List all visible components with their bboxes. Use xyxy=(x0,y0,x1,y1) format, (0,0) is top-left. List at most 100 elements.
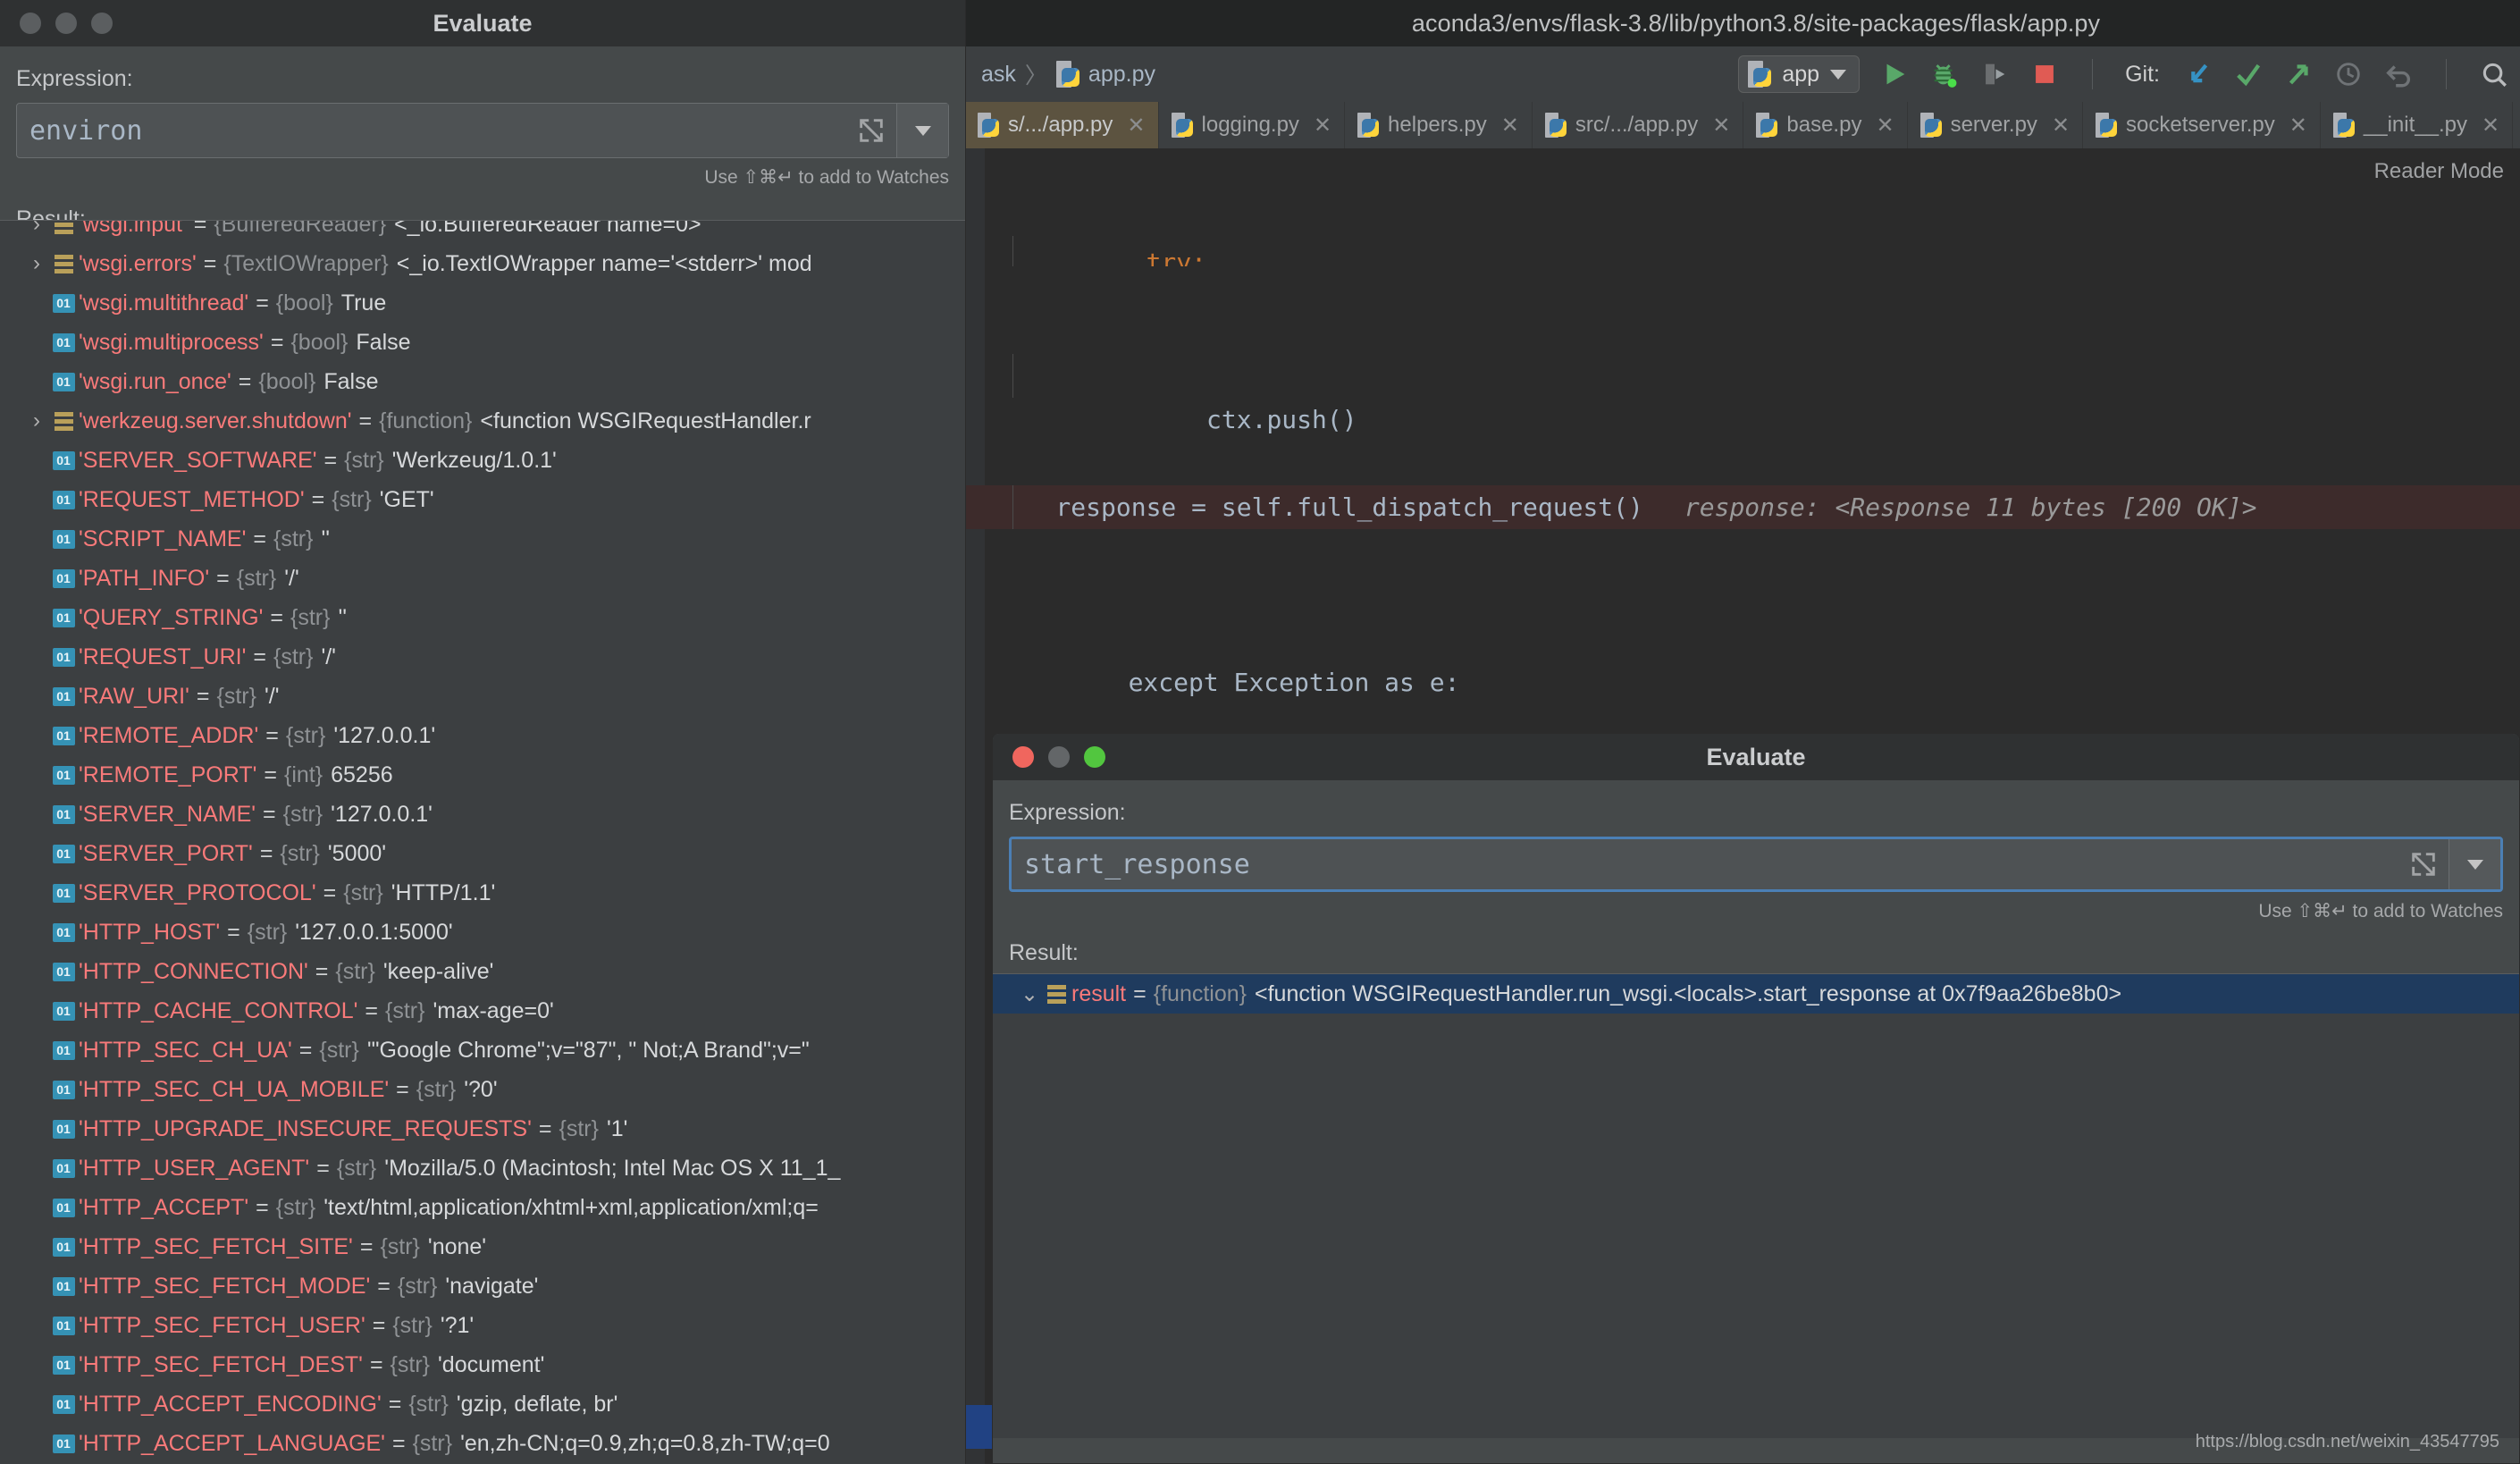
variable-row[interactable]: ›01'HTTP_SEC_FETCH_USER'={str}'?1' xyxy=(0,1306,965,1345)
variable-row[interactable]: ›01'wsgi.run_once'={bool}False xyxy=(0,362,965,401)
variable-row[interactable]: ›01'PATH_INFO'={str}'/' xyxy=(0,559,965,598)
editor-tab[interactable]: base.py ✕ xyxy=(1743,102,1907,148)
close-icon[interactable]: ✕ xyxy=(2289,113,2307,139)
variable-row[interactable]: ›01'SERVER_PORT'={str}'5000' xyxy=(0,834,965,873)
close-icon[interactable]: ✕ xyxy=(1314,113,1331,139)
editor-tab[interactable]: src/.../app.py ✕ xyxy=(1533,102,1744,148)
expression-history-dropdown[interactable] xyxy=(896,104,948,157)
close-window-button[interactable] xyxy=(20,13,41,34)
variable-row[interactable]: ›01'HTTP_CACHE_CONTROL'={str}'max-age=0' xyxy=(0,991,965,1031)
variable-row[interactable]: ›'wsgi.input'={BufferedReader}<_io.Buffe… xyxy=(0,220,965,244)
variable-row[interactable]: ›01'wsgi.multiprocess'={bool}False xyxy=(0,323,965,362)
expression-input[interactable] xyxy=(17,104,846,157)
editor-tab[interactable]: g xyxy=(2513,102,2520,148)
breadcrumb[interactable]: ask 〉 app.py xyxy=(965,58,1155,90)
variable-row[interactable]: ›01'SERVER_NAME'={str}'127.0.0.1' xyxy=(0,795,965,834)
expand-icon[interactable] xyxy=(846,104,896,157)
expression-history-dropdown[interactable] xyxy=(2449,839,2500,889)
variable-row[interactable]: ›01'HTTP_SEC_FETCH_MODE'={str}'navigate' xyxy=(0,1266,965,1306)
variable-row[interactable]: ›01'HTTP_SEC_FETCH_DEST'={str}'document' xyxy=(0,1345,965,1384)
close-icon[interactable]: ✕ xyxy=(2482,113,2499,139)
close-icon[interactable]: ✕ xyxy=(1501,113,1519,139)
variable-row[interactable]: ›01'RAW_URI'={str}'/' xyxy=(0,677,965,716)
variable-row[interactable]: ›01'HTTP_ACCEPT_LANGUAGE'={str}'en,zh-CN… xyxy=(0,1424,965,1463)
variable-row[interactable]: ›01'HTTP_HOST'={str}'127.0.0.1:5000' xyxy=(0,913,965,952)
variable-name: 'REQUEST_METHOD' xyxy=(79,487,305,513)
expand-arrow-icon[interactable]: › xyxy=(25,251,48,276)
close-icon[interactable]: ✕ xyxy=(2052,113,2070,139)
variable-value: <_io.TextIOWrapper name='<stderr>' mod xyxy=(389,251,812,277)
variable-name: 'SERVER_SOFTWARE' xyxy=(79,448,317,474)
editor-tab[interactable]: logging.py ✕ xyxy=(1159,102,1346,148)
variable-row[interactable]: ›01'SCRIPT_NAME'={str}'' xyxy=(0,519,965,559)
variable-row[interactable]: ›01'HTTP_SEC_FETCH_SITE'={str}'none' xyxy=(0,1227,965,1266)
variable-row[interactable]: ›01'HTTP_CONNECTION'={str}'keep-alive' xyxy=(0,952,965,991)
expand-arrow-icon[interactable]: › xyxy=(25,408,48,433)
variable-row[interactable]: ›01'HTTP_ACCEPT'={str}'text/html,applica… xyxy=(0,1188,965,1227)
variable-row[interactable]: ›01'REMOTE_ADDR'={str}'127.0.0.1' xyxy=(0,716,965,755)
minimize-window-button[interactable] xyxy=(55,13,77,34)
variable-row[interactable]: ›01'HTTP_SEC_CH_UA'={str}'"Google Chrome… xyxy=(0,1031,965,1070)
close-window-button[interactable] xyxy=(1012,746,1034,768)
arrow-placeholder: › xyxy=(25,566,48,591)
window-controls[interactable] xyxy=(993,746,1105,768)
stop-icon[interactable] xyxy=(2029,59,2060,89)
search-icon[interactable] xyxy=(2479,59,2509,89)
editor-tab-strip[interactable]: s/.../app.py ✕ logging.py ✕ helpers.py ✕… xyxy=(965,102,2520,148)
result-tree-right[interactable]: ⌄result={function}<function WSGIRequestH… xyxy=(993,973,2519,1438)
primitive-value-icon: 01 xyxy=(48,923,79,942)
variable-row[interactable]: ›01'REMOTE_PORT'={int}65256 xyxy=(0,755,965,795)
git-commit-check-icon[interactable] xyxy=(2233,59,2264,89)
variable-row[interactable]: ›01'SERVER_PROTOCOL'={str}'HTTP/1.1' xyxy=(0,873,965,913)
editor-tab[interactable]: server.py ✕ xyxy=(1908,102,2083,148)
variable-row[interactable]: ›01'SERVER_SOFTWARE'={str}'Werkzeug/1.0.… xyxy=(0,441,965,480)
expand-arrow-icon[interactable]: › xyxy=(25,220,48,237)
variable-value: '"Google Chrome";v="87", " Not;A Brand";… xyxy=(359,1038,810,1064)
close-icon[interactable]: ✕ xyxy=(1127,113,1145,139)
rollback-icon[interactable] xyxy=(2383,59,2414,89)
variable-row[interactable]: ›01'HTTP_USER_AGENT'={str}'Mozilla/5.0 (… xyxy=(0,1148,965,1188)
editor-tab[interactable]: helpers.py ✕ xyxy=(1345,102,1533,148)
variable-row[interactable]: ›01'wsgi.multithread'={bool}True xyxy=(0,283,965,323)
run-configuration-selector[interactable]: app xyxy=(1738,55,1860,93)
expand-arrow-icon[interactable]: ⌄ xyxy=(1018,981,1041,1007)
python-file-icon xyxy=(1172,113,1193,138)
variable-value: 'gzip, deflate, br' xyxy=(449,1392,617,1418)
toolbar-divider-2 xyxy=(2446,59,2447,89)
primitive-value-icon: 01 xyxy=(48,1395,79,1414)
close-icon[interactable]: ✕ xyxy=(1876,113,1894,139)
breadcrumb-parent[interactable]: ask xyxy=(981,62,1016,88)
git-update-icon[interactable] xyxy=(2183,59,2213,89)
git-push-icon[interactable] xyxy=(2283,59,2314,89)
window-controls[interactable] xyxy=(0,13,113,34)
breadcrumb-file[interactable]: app.py xyxy=(1088,62,1155,88)
variable-name: 'werkzeug.server.shutdown' xyxy=(79,408,352,434)
variable-row[interactable]: ›'wsgi.errors'={TextIOWrapper}<_io.TextI… xyxy=(0,244,965,283)
result-tree-left[interactable]: ›'wsgi.input'={BufferedReader}<_io.Buffe… xyxy=(0,220,965,1464)
history-clock-icon[interactable] xyxy=(2333,59,2364,89)
editor-tab[interactable]: __init__.py ✕ xyxy=(2321,102,2513,148)
attach-to-process-icon[interactable] xyxy=(1979,59,2010,89)
variable-row[interactable]: ›01'REQUEST_METHOD'={str}'GET' xyxy=(0,480,965,519)
variable-row[interactable]: ›01'REQUEST_URI'={str}'/' xyxy=(0,637,965,677)
debug-icon[interactable] xyxy=(1929,59,1960,89)
minimize-window-button[interactable] xyxy=(1048,746,1070,768)
variable-row[interactable]: ›01'HTTP_UPGRADE_INSECURE_REQUESTS'={str… xyxy=(0,1109,965,1148)
editor-tab[interactable]: socketserver.py ✕ xyxy=(2083,102,2321,148)
expression-field-wrapper[interactable] xyxy=(1009,837,2503,892)
maximize-window-button[interactable] xyxy=(1084,746,1105,768)
expression-field-wrapper[interactable] xyxy=(16,103,949,158)
arrow-placeholder: › xyxy=(25,802,48,827)
close-icon[interactable]: ✕ xyxy=(1712,113,1730,139)
expression-input[interactable] xyxy=(1012,839,2398,889)
variable-row[interactable]: ›'werkzeug.server.shutdown'={function}<f… xyxy=(0,401,965,441)
editor-tab[interactable]: s/.../app.py ✕ xyxy=(965,102,1159,148)
expand-icon[interactable] xyxy=(2398,839,2449,889)
variable-row[interactable]: ›01'HTTP_ACCEPT_ENCODING'={str}'gzip, de… xyxy=(0,1384,965,1424)
run-icon[interactable] xyxy=(1879,59,1910,89)
variable-row[interactable]: ⌄result={function}<function WSGIRequestH… xyxy=(993,974,2519,1014)
variable-row[interactable]: ›01'HTTP_SEC_CH_UA_MOBILE'={str}'?0' xyxy=(0,1070,965,1109)
code-line-text: response = self.full_dispatch_request() xyxy=(995,485,1643,529)
variable-row[interactable]: ›01'QUERY_STRING'={str}'' xyxy=(0,598,965,637)
maximize-window-button[interactable] xyxy=(91,13,113,34)
